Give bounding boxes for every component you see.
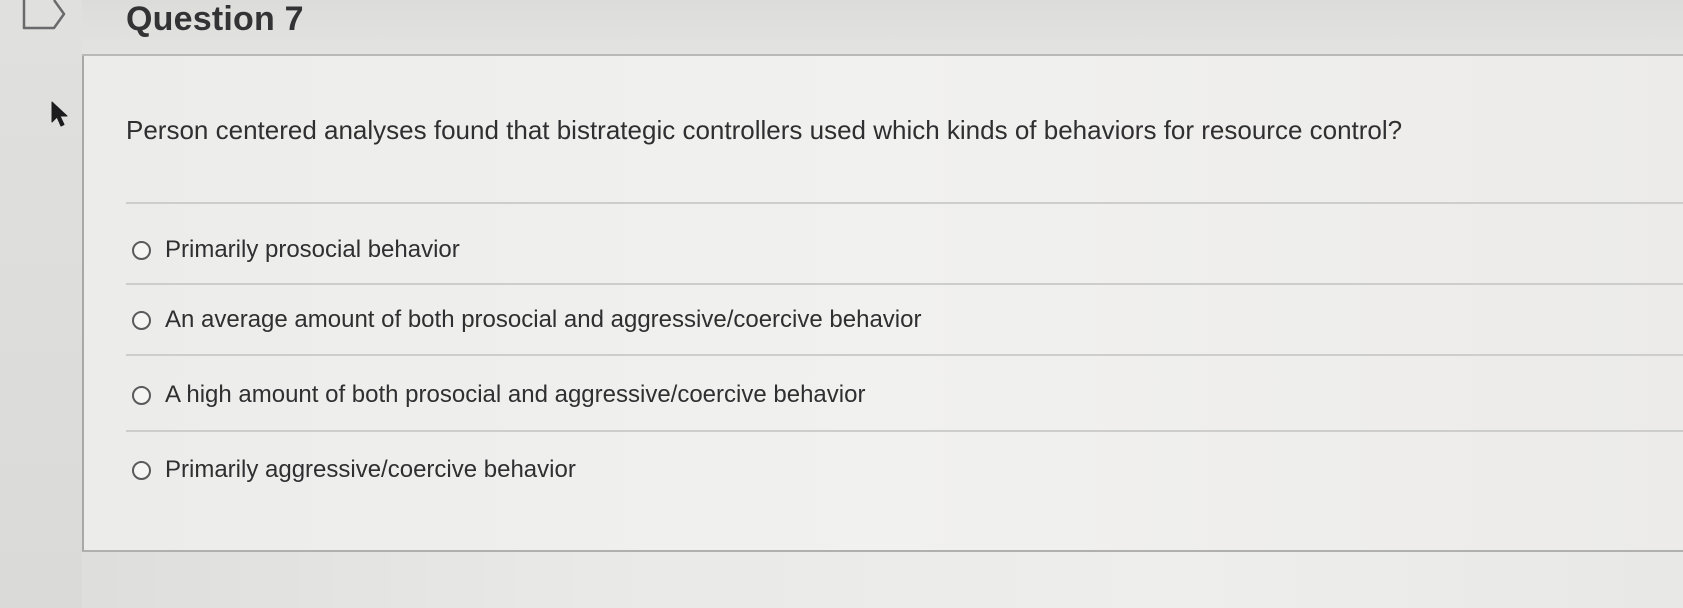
answer-label: A high amount of both prosocial and aggr…: [165, 381, 866, 408]
question-title: Question 7: [126, 0, 304, 38]
answer-option-3[interactable]: A high amount of both prosocial and aggr…: [132, 379, 865, 411]
answer-label: An average amount of both prosocial and …: [165, 306, 922, 333]
radio-button[interactable]: [132, 240, 151, 260]
answer-option-1[interactable]: Primarily prosocial behavior: [132, 234, 460, 266]
answer-divider: [126, 354, 1683, 356]
answer-label: Primarily prosocial behavior: [165, 236, 460, 263]
radio-button[interactable]: [132, 310, 151, 330]
question-header: Question 7: [82, 0, 1683, 56]
answer-option-2[interactable]: An average amount of both prosocial and …: [132, 304, 921, 336]
quiz-screen: Question 7 Person centered analyses foun…: [0, 0, 1683, 608]
answer-divider: [126, 283, 1683, 285]
mouse-pointer-icon: [51, 101, 68, 127]
answer-divider: [126, 430, 1683, 432]
left-gutter: [0, 0, 82, 608]
radio-button[interactable]: [132, 385, 151, 405]
question-prompt: Person centered analyses found that bist…: [126, 115, 1403, 145]
radio-button[interactable]: [132, 460, 151, 480]
answer-option-4[interactable]: Primarily aggressive/coercive behavior: [132, 454, 576, 486]
flag-question-icon[interactable]: [22, 0, 74, 34]
prompt-divider: [126, 202, 1683, 204]
answer-label: Primarily aggressive/coercive behavior: [165, 456, 576, 483]
